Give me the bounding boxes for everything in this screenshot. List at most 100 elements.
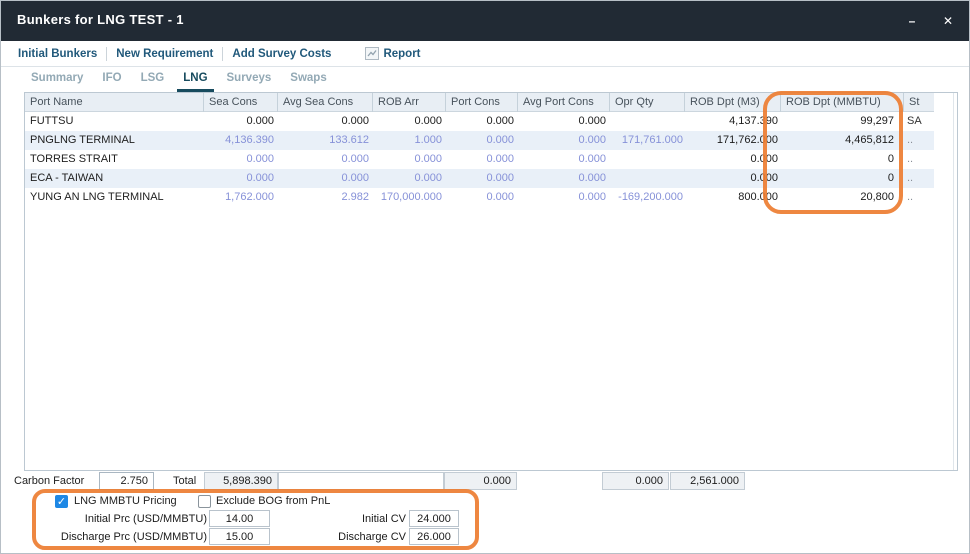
table-cell: 800.000 [685, 188, 781, 207]
table-cell: .. [904, 169, 934, 188]
minimize-button[interactable]: – [901, 12, 923, 30]
toolbar-buttons: Initial Bunkers New Requirement Add Survey… [18, 47, 331, 61]
initial-prc-input[interactable] [209, 510, 270, 527]
toolbar-button-new-requirement[interactable]: New Requirement [116, 48, 213, 60]
report-label: Report [383, 48, 420, 60]
toolbar-button-add-survey-costs[interactable]: Add Survey Costs [232, 48, 331, 60]
bunkers-window: Bunkers for LNG TEST - 1 – ✕ Initial Bun… [0, 0, 970, 554]
table-cell: 170,000.000 [373, 188, 446, 207]
table-cell: 4,136.390 [204, 131, 278, 150]
table-cell: 0.000 [518, 188, 610, 207]
table-cell: 0 [781, 150, 904, 169]
table-cell: 0.000 [518, 112, 610, 131]
discharge-prc-label: Discharge Prc (USD/MMBTU) [11, 530, 207, 545]
total-field-1: 0.000 [602, 472, 669, 490]
table-cell: 0.000 [204, 169, 278, 188]
port-name-cell: FUTTSU [25, 112, 204, 131]
tab-swaps[interactable]: Swaps [284, 68, 332, 92]
table-row[interactable]: YUNG AN LNG TERMINAL1,762.0002.982170,00… [25, 188, 934, 207]
discharge-cv-label: Discharge CV [301, 530, 406, 545]
total-port-cons: 0.000 [444, 472, 517, 490]
tab-surveys[interactable]: Surveys [221, 68, 278, 92]
table-cell: 1,762.000 [204, 188, 278, 207]
column-header-sea-cons: Sea Cons [204, 93, 278, 112]
column-header-avg-sea-cons: Avg Sea Cons [278, 93, 373, 112]
table-cell: 2.982 [278, 188, 373, 207]
initial-cv-input[interactable] [409, 510, 459, 527]
table-cell: 0.000 [278, 169, 373, 188]
tab-lsg[interactable]: LSG [135, 68, 171, 92]
table-cell: 0.000 [446, 112, 518, 131]
table-row[interactable]: ECA - TAIWAN0.0000.0000.0000.0000.0000.0… [25, 169, 934, 188]
port-name-cell: YUNG AN LNG TERMINAL [25, 188, 204, 207]
table-cell: 0.000 [373, 150, 446, 169]
tab-ifo[interactable]: IFO [96, 68, 127, 92]
table-cell: 171,761.000 [610, 131, 685, 150]
table-cell: 0.000 [518, 150, 610, 169]
table-cell: 0.000 [446, 150, 518, 169]
tab-lng[interactable]: LNG [177, 68, 213, 92]
discharge-prc-input[interactable] [209, 528, 270, 545]
exclude-bog-label: Exclude BOG from PnL [216, 495, 330, 508]
table-cell: 0.000 [204, 112, 278, 131]
table-row[interactable]: FUTTSU0.0000.0000.0000.0000.0004,137.390… [25, 112, 934, 131]
table-cell: 20,800 [781, 188, 904, 207]
table-cell: 0.000 [685, 169, 781, 188]
table-cell [610, 169, 685, 188]
table-body: FUTTSU0.0000.0000.0000.0000.0004,137.390… [25, 112, 934, 207]
table-cell: 0.000 [373, 112, 446, 131]
exclude-bog-checkbox[interactable] [198, 495, 211, 508]
column-header-rob-dpt-mmbtu: ROB Dpt (MMBTU) [781, 93, 904, 112]
discharge-cv-input[interactable] [409, 528, 459, 545]
carbon-factor-input[interactable] [99, 472, 154, 490]
bunkers-table: Port NameSea ConsAvg Sea ConsROB ArrPort… [24, 92, 958, 471]
toolbar-separator [222, 47, 223, 61]
carbon-factor-label: Carbon Factor [14, 473, 84, 491]
port-name-cell: PNGLNG TERMINAL [25, 131, 204, 150]
table-cell: -169,200.000 [610, 188, 685, 207]
column-header-st: St [904, 93, 934, 112]
initial-prc-label: Initial Prc (USD/MMBTU) [11, 512, 207, 527]
table-cell: 4,137.390 [685, 112, 781, 131]
column-header-port-name: Port Name [25, 93, 204, 112]
table-cell: 0.000 [278, 112, 373, 131]
table-cell [610, 150, 685, 169]
table-cell: 99,297 [781, 112, 904, 131]
check-icon: ✓ [56, 496, 67, 508]
column-header-avg-port-cons: Avg Port Cons [518, 93, 610, 112]
window-title: Bunkers for LNG TEST - 1 [17, 12, 184, 27]
table-cell: 133.612 [278, 131, 373, 150]
scrollbar-track[interactable] [953, 93, 954, 470]
table-cell: 0.000 [446, 169, 518, 188]
initial-cv-label: Initial CV [301, 512, 406, 527]
port-name-cell: TORRES STRAIT [25, 150, 204, 169]
table-cell: 0.000 [373, 169, 446, 188]
tab-summary[interactable]: Summary [25, 68, 89, 92]
table-row[interactable]: PNGLNG TERMINAL4,136.390133.6121.0000.00… [25, 131, 934, 150]
total-opr-qty: 2,561.000 [670, 472, 745, 490]
toolbar: Initial Bunkers New Requirement Add Survey… [1, 41, 970, 67]
total-blank-field [278, 472, 444, 490]
title-bar: Bunkers for LNG TEST - 1 – ✕ [1, 1, 970, 41]
table-cell: SA [904, 112, 934, 131]
column-header-port-cons: Port Cons [446, 93, 518, 112]
total-label: Total [173, 473, 196, 491]
table-cell: 171,762.000 [685, 131, 781, 150]
table-cell: 0.000 [446, 131, 518, 150]
close-button[interactable]: ✕ [937, 12, 959, 30]
report-button[interactable]: Report [365, 47, 420, 60]
total-sea-cons: 5,898.390 [204, 472, 278, 490]
toolbar-button-initial-bunkers[interactable]: Initial Bunkers [18, 48, 97, 60]
column-header-rob-arr: ROB Arr [373, 93, 446, 112]
lng-mmbtu-pricing-checkbox[interactable]: ✓ [55, 495, 68, 508]
column-header-rob-dpt-m3: ROB Dpt (M3) [685, 93, 781, 112]
pricing-section: ✓ LNG MMBTU Pricing Exclude BOG from PnL… [1, 490, 970, 554]
table-row[interactable]: TORRES STRAIT0.0000.0000.0000.0000.0000.… [25, 150, 934, 169]
table-cell: 0.000 [518, 169, 610, 188]
table-grid: Port NameSea ConsAvg Sea ConsROB ArrPort… [25, 93, 934, 207]
tab-bar: Summary IFO LSGLNG SurveysSwaps [1, 67, 970, 92]
table-cell: 0.000 [518, 131, 610, 150]
toolbar-separator [106, 47, 107, 61]
totals-row: Carbon Factor Total 5,898.390 0.000 0.00… [1, 471, 970, 491]
table-cell: 0.000 [204, 150, 278, 169]
